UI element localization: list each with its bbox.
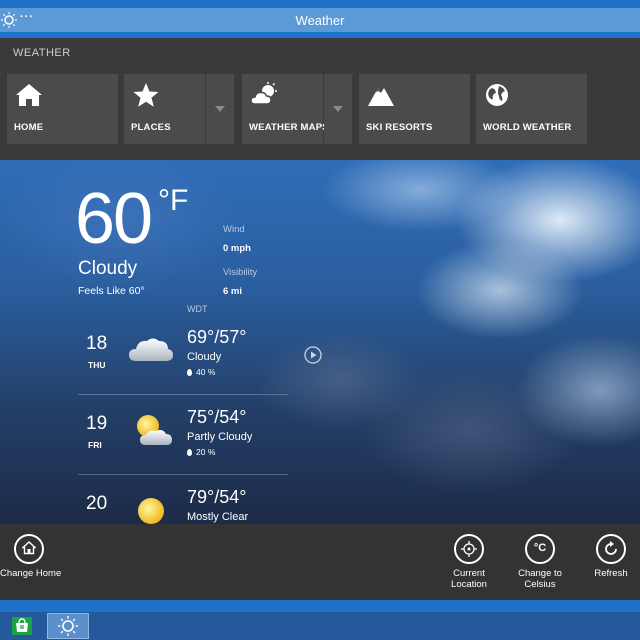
nav-tile-label: PLACES [131, 122, 171, 133]
forecast-weekday: FRI [88, 440, 102, 450]
nav-tile-home[interactable]: HOME [7, 74, 118, 144]
forecast-weekday: THU [88, 360, 106, 370]
title-bar-strip: ··· Weather [0, 8, 640, 32]
visibility-value: 6 mi [223, 286, 243, 297]
forecast-day[interactable]: 20 79°/54° Mostly Clear [78, 475, 288, 524]
nav-bar: WEATHER HOME PLACES WEATHER MAPS SKI RES… [0, 38, 640, 160]
globe-icon [486, 84, 508, 106]
store-icon[interactable] [12, 617, 32, 635]
forecast-condition: Cloudy [187, 351, 222, 363]
nav-tile-world-weather[interactable]: WORLD WEATHER [476, 74, 587, 144]
current-location-label: Current Location [440, 568, 498, 590]
places-dropdown-button[interactable] [206, 74, 234, 144]
forecast-date: 19 [86, 413, 108, 434]
sun-icon [138, 498, 164, 524]
forecast-temps: 69°/57° [187, 327, 247, 347]
app-bar: Change Home Current Location °C Change t… [0, 524, 640, 600]
home-circle-icon [14, 534, 44, 564]
raindrop-icon [187, 369, 192, 376]
title-bar: ··· Weather [0, 0, 640, 38]
forecast-date: 20 [86, 493, 108, 514]
celsius-line-1: Change to [518, 568, 562, 579]
celsius-icon: °C [525, 534, 555, 564]
current-temperature: 60 [75, 179, 153, 259]
taskbar-border [0, 600, 640, 612]
timezone-label: WDT [187, 304, 208, 314]
weather-maps-dropdown-button[interactable] [324, 74, 352, 144]
current-location-line-1: Current [453, 568, 485, 579]
change-home-button[interactable]: Change Home [0, 534, 62, 579]
location-crosshair-icon [454, 534, 484, 564]
visibility-label: Visibility [223, 267, 258, 278]
forecast-condition: Partly Cloudy [187, 431, 253, 443]
partly-cloudy-icon [137, 415, 172, 445]
temperature-unit: °F [158, 184, 189, 217]
weather-app-window: ··· Weather WEATHER HOME PLACES WEATHER … [0, 0, 640, 640]
forecast-temps: 75°/54° [187, 407, 247, 427]
wind-label: Wind [223, 224, 245, 235]
refresh-button[interactable]: Refresh [582, 534, 640, 579]
chevron-down-icon [215, 106, 225, 112]
window-title: Weather [295, 13, 345, 28]
forecast-precip-value: 40 % [196, 367, 216, 377]
nav-tile-weather-maps[interactable]: WEATHER MAPS [242, 74, 329, 144]
forecast-date: 18 [86, 333, 108, 354]
forecast-day[interactable]: 19 FRI 75°/54° Partly Cloudy 20 % [78, 395, 288, 475]
nav-tile-places[interactable]: PLACES [124, 74, 205, 144]
change-home-label: Change Home [0, 568, 62, 579]
change-to-celsius-button[interactable]: °C Change to Celsius [511, 534, 569, 590]
nav-tile-label: SKI RESORTS [366, 122, 433, 133]
forecast-precip: 20 % [187, 447, 215, 457]
cloud-sun-icon [250, 82, 277, 105]
nav-tile-label: WORLD WEATHER [483, 122, 572, 133]
refresh-label: Refresh [594, 568, 628, 579]
raindrop-icon [187, 449, 192, 456]
chevron-down-icon [333, 106, 343, 112]
forecast-temps: 79°/54° [187, 487, 247, 507]
nav-tile-label: WEATHER MAPS [249, 122, 329, 133]
wind-value: 0 mph [223, 243, 251, 254]
nav-tile-ski-resorts[interactable]: SKI RESORTS [359, 74, 470, 144]
mountain-icon [368, 88, 394, 106]
taskbar [0, 612, 640, 640]
cloud-icon [129, 338, 173, 361]
celsius-line-2: Celsius [524, 579, 556, 590]
current-condition: Cloudy [78, 258, 138, 279]
refresh-icon [596, 534, 626, 564]
nav-tile-label: HOME [14, 122, 44, 133]
celsius-label: Change to Celsius [511, 568, 569, 590]
nav-heading: WEATHER [13, 47, 71, 59]
home-icon [16, 84, 42, 106]
forecast-condition: Mostly Clear [187, 511, 249, 523]
weather-panorama: 60 °F Cloudy Feels Like 60° Wind 0 mph V… [0, 160, 640, 524]
forecast-precip: 40 % [187, 367, 215, 377]
current-location-button[interactable]: Current Location [440, 534, 498, 590]
star-icon [133, 83, 159, 107]
forecast-precip-value: 20 % [196, 447, 216, 457]
celsius-glyph: °C [533, 542, 547, 554]
play-icon[interactable] [304, 346, 322, 364]
taskbar-weather-app-icon[interactable] [47, 613, 89, 639]
feels-like: Feels Like 60° [78, 285, 145, 297]
forecast-day[interactable]: 18 THU 69°/57° Cloudy 40 % [78, 315, 288, 395]
current-location-line-2: Location [451, 579, 487, 590]
